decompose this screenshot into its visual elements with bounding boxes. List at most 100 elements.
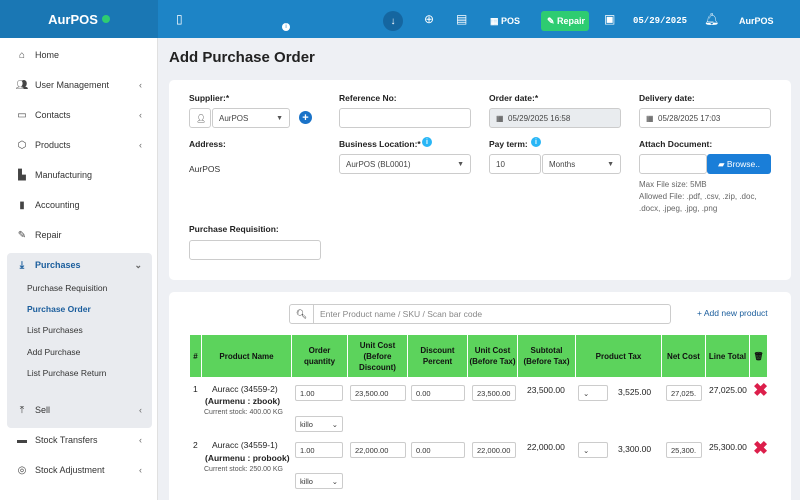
sidebar-item-label: Purchases bbox=[35, 260, 81, 270]
delivery-date-input[interactable]: ▦ 05/28/2025 17:03 bbox=[639, 108, 771, 128]
bell-icon[interactable]: 🔔︎ bbox=[704, 12, 719, 26]
product-search: 🔍︎ Enter Product name / SKU / Scan bar c… bbox=[289, 304, 671, 324]
unit-cost-input[interactable]: 22,000.00 bbox=[350, 442, 406, 458]
unit-cost-before-tax-input[interactable]: 23,500.00 bbox=[472, 385, 516, 401]
product-name: Auracc (34559-1) bbox=[212, 440, 278, 450]
tax-select[interactable]: ⌄ bbox=[578, 385, 608, 401]
business-location-select[interactable]: AurPOS (BL0001) ▼ bbox=[339, 154, 471, 174]
home-icon: ⌂ bbox=[18, 49, 26, 61]
submenu-purchase-order[interactable]: Purchase Order bbox=[27, 304, 91, 314]
products-card: 🔍︎ Enter Product name / SKU / Scan bar c… bbox=[169, 292, 791, 500]
money-icon[interactable]: ▣ bbox=[604, 12, 615, 26]
business-location-value: AurPOS (BL0001) bbox=[346, 159, 411, 169]
chevron-down-icon: ⌄ bbox=[331, 476, 338, 486]
sidebar-item-sell[interactable]: ⤒ Sell ‹ bbox=[0, 395, 158, 425]
chevron-left-icon: ‹ bbox=[139, 465, 142, 475]
sidebar-item-label: Sell bbox=[35, 405, 51, 415]
pay-term-unit-select[interactable]: Months ▼ bbox=[542, 154, 621, 174]
add-supplier-icon[interactable]: + bbox=[299, 111, 312, 124]
allowed-files-note: Allowed File: .pdf, .csv, .zip, .doc, bbox=[639, 192, 757, 201]
allowed-files-note-2: .docx, .jpeg, .jpg, .png bbox=[639, 204, 718, 213]
net-cost-input[interactable]: 27,025. bbox=[666, 385, 702, 401]
plus-icon: + bbox=[697, 308, 702, 318]
product-name: Auracc (34559-2) bbox=[212, 384, 278, 394]
sidebar-item-label: Repair bbox=[35, 230, 62, 240]
chevron-left-icon: ‹ bbox=[139, 80, 142, 90]
order-details-card: Supplier:* 👤︎ AurPOS ▼ + Reference No: Or… bbox=[169, 80, 791, 280]
unit-cost-before-tax-input[interactable]: 22,000.00 bbox=[472, 442, 516, 458]
pay-term-input[interactable]: 10 bbox=[489, 154, 541, 174]
order-quantity-input[interactable]: 1.00 bbox=[295, 385, 343, 401]
row-number: 2 bbox=[193, 440, 198, 450]
sidebar-item-repair[interactable]: ✎ Repair bbox=[0, 220, 158, 250]
discount-input[interactable]: 0.00 bbox=[411, 385, 465, 401]
user-menu[interactable]: AurPOS bbox=[733, 11, 780, 31]
discount-input[interactable]: 0.00 bbox=[411, 442, 465, 458]
tax-amount: 3,300.00 bbox=[618, 444, 652, 454]
delete-row-icon[interactable]: ✖ bbox=[753, 438, 768, 459]
repair-button[interactable]: ✎ Repair bbox=[541, 11, 589, 31]
add-new-product-label: Add new product bbox=[703, 308, 768, 318]
unit-select[interactable]: killo ⌄ bbox=[295, 416, 343, 432]
browse-button[interactable]: ▰ Browse.. bbox=[707, 154, 771, 174]
calculator-icon[interactable]: ▤ bbox=[456, 12, 467, 26]
sidebar-item-stock-adjustment[interactable]: ◎ Stock Adjustment ‹ bbox=[0, 455, 158, 485]
sidebar-toggle-icon[interactable]: ▯ bbox=[176, 12, 183, 26]
wrench-icon: ✎ bbox=[547, 15, 558, 26]
main-content: Add Purchase Order Supplier:* 👤︎ AurPOS ▼… bbox=[159, 38, 800, 500]
unit-cost-input[interactable]: 23,500.00 bbox=[350, 385, 406, 401]
th-order-quantity: Order quantity bbox=[292, 335, 348, 377]
calendar-icon: ▦ bbox=[646, 113, 659, 123]
info-icon[interactable]: i bbox=[422, 137, 432, 147]
sidebar: ⌂ Home 👥︎ User Management ‹ ▭ Contacts ‹ ⬡ Pro… bbox=[0, 38, 158, 500]
submenu-purchase-requisition[interactable]: Purchase Requisition bbox=[27, 283, 107, 293]
sidebar-item-accounting[interactable]: ▮ Accounting bbox=[0, 190, 158, 220]
chevron-left-icon: ‹ bbox=[139, 435, 142, 445]
pos-button[interactable]: ▦ POS bbox=[484, 11, 526, 31]
add-new-product-link[interactable]: + Add new product bbox=[697, 308, 768, 318]
info-icon[interactable]: i bbox=[531, 137, 541, 147]
brand-logo[interactable]: AurPOS bbox=[0, 0, 158, 38]
current-stock: Current stock: 250.00 KG bbox=[204, 466, 283, 473]
unit-value: killo bbox=[300, 476, 313, 486]
chevron-down-icon: ⌄ bbox=[331, 419, 338, 429]
submenu-list-purchase-return[interactable]: List Purchase Return bbox=[27, 368, 106, 378]
add-circle-icon[interactable]: ⊕ bbox=[424, 12, 434, 26]
user-icon: 👤︎ bbox=[189, 108, 211, 128]
info-icon[interactable]: i bbox=[282, 23, 290, 31]
repair-label: Repair bbox=[557, 16, 586, 26]
upload-icon: ⤒ bbox=[19, 404, 25, 416]
sidebar-item-label: Stock Transfers bbox=[35, 435, 98, 445]
unit-select[interactable]: killo ⌄ bbox=[295, 473, 343, 489]
order-quantity-input[interactable]: 1.00 bbox=[295, 442, 343, 458]
reference-input[interactable] bbox=[339, 108, 471, 128]
address-value: AurPOS bbox=[189, 164, 221, 174]
sidebar-item-purchases[interactable]: ⤓ Purchases ⌄ bbox=[0, 250, 158, 280]
purchase-requisition-select[interactable] bbox=[189, 240, 321, 260]
product-variant: (Aurmenu : zbook) bbox=[205, 396, 281, 406]
sidebar-item-contacts[interactable]: ▭ Contacts ‹ bbox=[0, 100, 158, 130]
sidebar-item-home[interactable]: ⌂ Home bbox=[0, 40, 158, 70]
th-unit-cost-before-tax: Unit Cost (Before Tax) bbox=[468, 335, 518, 377]
row-number: 1 bbox=[193, 384, 198, 394]
sidebar-item-user-management[interactable]: 👥︎ User Management ‹ bbox=[0, 70, 158, 100]
sidebar-item-manufacturing[interactable]: ▙ Manufacturing bbox=[0, 160, 158, 190]
subtotal-value: 22,000.00 bbox=[527, 442, 565, 452]
delete-row-icon[interactable]: ✖ bbox=[753, 380, 768, 401]
sidebar-item-stock-transfers[interactable]: ▬ Stock Transfers ‹ bbox=[0, 425, 158, 455]
line-total: 27,025.00 bbox=[709, 385, 747, 395]
delivery-date-label: Delivery date: bbox=[639, 93, 695, 103]
sidebar-item-label: Home bbox=[35, 50, 60, 60]
order-date-input[interactable]: ▦ 05/29/2025 16:58 bbox=[489, 108, 621, 128]
download-icon[interactable]: ↓ bbox=[383, 11, 403, 31]
trash-icon: 🗑︎ bbox=[750, 335, 768, 377]
tax-select[interactable]: ⌄ bbox=[578, 442, 608, 458]
submenu-list-purchases[interactable]: List Purchases bbox=[27, 325, 83, 335]
product-search-input[interactable]: Enter Product name / SKU / Scan bar code bbox=[314, 305, 670, 323]
submenu-add-purchase[interactable]: Add Purchase bbox=[27, 347, 80, 357]
net-cost-input[interactable]: 25,300. bbox=[666, 442, 702, 458]
sidebar-item-products[interactable]: ⬡ Products ‹ bbox=[0, 130, 158, 160]
file-input[interactable] bbox=[639, 154, 707, 174]
supplier-select[interactable]: AurPOS ▼ bbox=[212, 108, 290, 128]
tax-amount: 3,525.00 bbox=[618, 387, 652, 397]
